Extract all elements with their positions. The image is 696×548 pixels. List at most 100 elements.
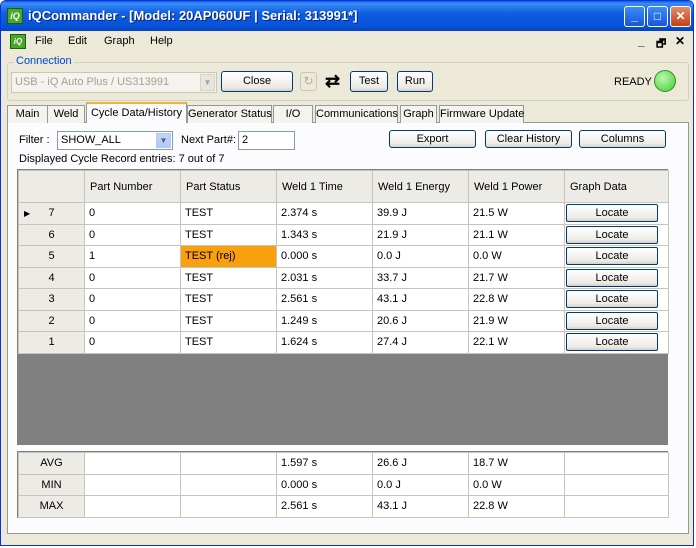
weld-energy-cell[interactable]: 43.1 J xyxy=(372,288,469,311)
part-status-cell[interactable]: TEST xyxy=(180,202,277,225)
locate-button[interactable]: Locate xyxy=(566,204,658,223)
columns-button[interactable]: Columns xyxy=(579,130,666,148)
part-status-cell-rejected[interactable]: TEST (rej) xyxy=(180,245,277,268)
tab-cycle-data-history[interactable]: Cycle Data/History xyxy=(86,102,187,123)
export-button[interactable]: Export xyxy=(389,130,476,148)
locate-button[interactable]: Locate xyxy=(566,268,658,287)
table-row[interactable]: 3 0 TEST 2.561 s 43.1 J 22.8 W Locate xyxy=(18,288,669,311)
row-header[interactable]: 5 xyxy=(18,245,85,268)
mdi-close-icon[interactable]: ✕ xyxy=(675,34,685,48)
row-header[interactable]: 6 xyxy=(18,223,85,246)
weld-energy-cell[interactable]: 33.7 J xyxy=(372,266,469,289)
row-header[interactable]: 2 xyxy=(18,309,85,332)
locate-button[interactable]: Locate xyxy=(566,290,658,309)
part-status-cell[interactable]: TEST xyxy=(180,331,277,354)
menu-help[interactable]: Help xyxy=(150,35,173,47)
test-button[interactable]: Test xyxy=(350,71,388,92)
weld-power-cell[interactable]: 21.5 W xyxy=(468,202,565,225)
weld-power-cell[interactable]: 21.1 W xyxy=(468,223,565,246)
graph-data-cell: Locate xyxy=(564,288,669,311)
close-icon[interactable]: ✕ xyxy=(670,6,691,27)
column-header[interactable]: Part Number xyxy=(84,170,181,203)
chevron-down-icon[interactable]: ▼ xyxy=(200,74,215,91)
part-number-cell[interactable]: 1 xyxy=(84,245,181,268)
tab-weld[interactable]: Weld xyxy=(47,105,85,123)
stats-empty-cell xyxy=(84,452,181,475)
table-row[interactable]: 4 0 TEST 2.031 s 33.7 J 21.7 W Locate xyxy=(18,266,669,289)
chevron-down-icon[interactable]: ▼ xyxy=(156,133,171,148)
next-part-label: Next Part#: xyxy=(181,134,237,146)
weld-power-cell[interactable]: 21.9 W xyxy=(468,309,565,332)
locate-button[interactable]: Locate xyxy=(566,247,658,266)
graph-data-cell: Locate xyxy=(564,202,669,225)
row-header[interactable]: 4 xyxy=(18,266,85,289)
weld-energy-cell[interactable]: 21.9 J xyxy=(372,223,469,246)
column-header[interactable]: Part Status xyxy=(180,170,277,203)
app-icon: iQ xyxy=(7,8,23,24)
mdi-minimize-icon[interactable]: _ xyxy=(638,34,645,48)
weld-power-cell[interactable]: 22.1 W xyxy=(468,331,565,354)
column-header[interactable]: Graph Data xyxy=(564,170,669,203)
row-header[interactable]: 3 xyxy=(18,288,85,311)
maximize-icon[interactable]: □ xyxy=(647,6,668,27)
weld-energy-cell[interactable]: 0.0 J xyxy=(372,245,469,268)
part-number-cell[interactable]: 0 xyxy=(84,223,181,246)
part-number-cell[interactable]: 0 xyxy=(84,288,181,311)
table-row[interactable]: 5 1 TEST (rej) 0.000 s 0.0 J 0.0 W Locat… xyxy=(18,245,669,268)
mdi-restore-icon[interactable]: 🗗 xyxy=(656,35,666,54)
tab-communications[interactable]: Communications xyxy=(315,105,398,123)
minimize-icon[interactable]: _ xyxy=(624,6,645,27)
menu-graph[interactable]: Graph xyxy=(104,35,135,47)
menu-file[interactable]: File xyxy=(35,35,53,47)
column-header[interactable]: Weld 1 Energy xyxy=(372,170,469,203)
weld-energy-cell[interactable]: 27.4 J xyxy=(372,331,469,354)
column-header[interactable]: Weld 1 Time xyxy=(276,170,373,203)
part-status-cell[interactable]: TEST xyxy=(180,266,277,289)
port-select[interactable]: USB - iQ Auto Plus / US313991 ▼ xyxy=(11,72,217,93)
table-row[interactable]: 1 0 TEST 1.624 s 27.4 J 22.1 W Locate xyxy=(18,331,669,354)
weld-energy-cell[interactable]: 39.9 J xyxy=(372,202,469,225)
close-button[interactable]: Close xyxy=(221,71,293,92)
stats-row-label: AVG xyxy=(18,452,85,475)
weld-power-cell[interactable]: 22.8 W xyxy=(468,288,565,311)
column-header[interactable]: Weld 1 Power xyxy=(468,170,565,203)
tab-generator-status[interactable]: Generator Status xyxy=(187,105,272,123)
row-header[interactable]: ▶ 7 xyxy=(18,202,85,225)
part-number-cell[interactable]: 0 xyxy=(84,266,181,289)
part-status-cell[interactable]: TEST xyxy=(180,223,277,246)
run-button[interactable]: Run xyxy=(397,71,433,92)
tab-main[interactable]: Main xyxy=(7,105,48,123)
weld-power-cell[interactable]: 0.0 W xyxy=(468,245,565,268)
title-bar[interactable]: iQ iQCommander - [Model: 20AP060UF | Ser… xyxy=(1,1,693,31)
tab-graph[interactable]: Graph xyxy=(400,105,437,123)
part-number-cell[interactable]: 0 xyxy=(84,309,181,332)
weld-power-cell[interactable]: 21.7 W xyxy=(468,266,565,289)
table-row[interactable]: ▶ 7 0 TEST 2.374 s 39.9 J 21.5 W Locate xyxy=(18,202,669,225)
weld-time-cell[interactable]: 0.000 s xyxy=(276,245,373,268)
table-row[interactable]: 2 0 TEST 1.249 s 20.6 J 21.9 W Locate xyxy=(18,309,669,332)
filter-select[interactable]: SHOW_ALL ▼ xyxy=(57,131,173,150)
clear-history-button[interactable]: Clear History xyxy=(485,130,572,148)
locate-button[interactable]: Locate xyxy=(566,333,658,352)
part-number-cell[interactable]: 0 xyxy=(84,331,181,354)
weld-time-cell[interactable]: 2.561 s xyxy=(276,288,373,311)
next-part-input[interactable]: 2 xyxy=(238,131,295,150)
weld-time-cell[interactable]: 2.031 s xyxy=(276,266,373,289)
weld-time-cell[interactable]: 1.624 s xyxy=(276,331,373,354)
weld-time-cell[interactable]: 2.374 s xyxy=(276,202,373,225)
table-row[interactable]: 6 0 TEST 1.343 s 21.9 J 21.1 W Locate xyxy=(18,223,669,246)
part-status-cell[interactable]: TEST xyxy=(180,288,277,311)
refresh-icon[interactable]: ↻ xyxy=(300,72,317,91)
locate-button[interactable]: Locate xyxy=(566,311,658,330)
weld-energy-cell[interactable]: 20.6 J xyxy=(372,309,469,332)
weld-time-cell[interactable]: 1.343 s xyxy=(276,223,373,246)
locate-button[interactable]: Locate xyxy=(566,225,658,244)
tab-firmware-update[interactable]: Firmware Update xyxy=(439,105,524,123)
part-number-cell[interactable]: 0 xyxy=(84,202,181,225)
weld-time-cell[interactable]: 1.249 s xyxy=(276,309,373,332)
row-header[interactable]: 1 xyxy=(18,331,85,354)
part-status-cell[interactable]: TEST xyxy=(180,309,277,332)
menu-edit[interactable]: Edit xyxy=(68,35,87,47)
document-icon[interactable]: iQ xyxy=(10,34,26,49)
tab-io[interactable]: I/O xyxy=(273,105,313,123)
